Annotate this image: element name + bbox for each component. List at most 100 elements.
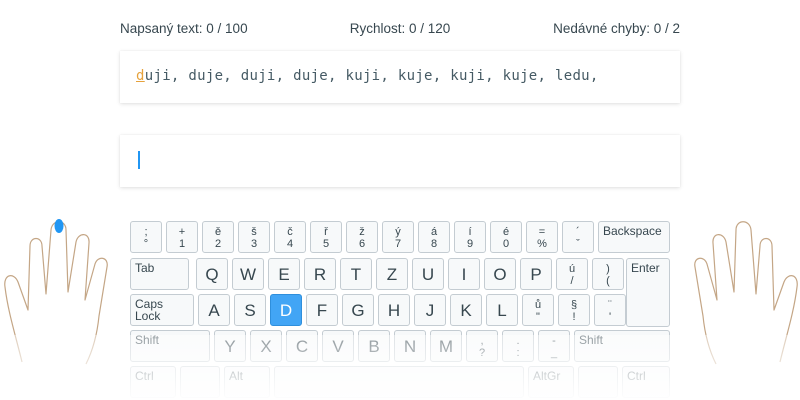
win-key[interactable] (180, 366, 220, 398)
key-i[interactable]: I (448, 258, 480, 290)
key-j[interactable]: J (414, 294, 446, 326)
key-9[interactable]: í9 (454, 221, 486, 253)
key-e[interactable]: E (268, 258, 300, 290)
key-m[interactable]: M (430, 330, 462, 362)
key-bottom-label: 4 (286, 238, 294, 250)
alt-left-key[interactable]: Alt (224, 366, 270, 398)
enter-label: Enter (631, 261, 660, 275)
key-°[interactable]: ; ° (130, 221, 162, 253)
key-top-label: é (502, 226, 510, 238)
key-label: H (387, 301, 401, 320)
key-top-label: ¨ (608, 299, 612, 311)
key-z[interactable]: Z (376, 258, 408, 290)
key-a[interactable]: A (198, 294, 230, 326)
enter-key[interactable]: Enter (626, 258, 670, 327)
key-w[interactable]: W (232, 258, 264, 290)
backspace-key[interactable]: Backspace (598, 221, 670, 253)
key-1[interactable]: +1 (166, 221, 198, 253)
menu-key[interactable] (578, 366, 618, 398)
key-2[interactable]: ě2 (202, 221, 234, 253)
key-label: P (530, 265, 542, 284)
key-v[interactable]: V (322, 330, 354, 362)
key-punct[interactable]: - _ (538, 330, 570, 362)
key-top-label: ý (395, 226, 401, 238)
key-7[interactable]: ý7 (382, 221, 414, 253)
key-label: J (425, 301, 435, 320)
key-label: R (313, 265, 327, 284)
key-bottom-label: 8 (430, 238, 438, 250)
key-r[interactable]: R (304, 258, 336, 290)
key-"[interactable]: ů " (522, 294, 554, 326)
key-d[interactable]: D (270, 294, 302, 326)
ctrl-right-key[interactable]: Ctrl (622, 366, 670, 398)
key-bottom-label: 9 (466, 238, 474, 250)
key-u[interactable]: U (412, 258, 444, 290)
key-4[interactable]: č4 (274, 221, 306, 253)
key-o[interactable]: O (484, 258, 516, 290)
key-l[interactable]: L (486, 294, 518, 326)
space-key[interactable] (274, 366, 524, 398)
key-top-label: ž (359, 226, 365, 238)
key-label: V (332, 337, 344, 356)
shift-right-key[interactable]: Shift (574, 330, 670, 362)
key-bottom-label: 3 (250, 238, 258, 250)
key-t[interactable]: T (340, 258, 372, 290)
caps-lock-key[interactable]: Caps Lock (130, 294, 194, 326)
key-bottom-label: ° (143, 238, 149, 250)
key-x[interactable]: X (250, 330, 282, 362)
key-top-label: ě (214, 226, 222, 238)
key-s[interactable]: S (234, 294, 266, 326)
key-label: N (403, 337, 417, 356)
key-k[interactable]: K (450, 294, 482, 326)
key-f[interactable]: F (306, 294, 338, 326)
key-label: F (316, 301, 328, 320)
key-q[interactable]: Q (196, 258, 228, 290)
key-bottom-label: 1 (178, 238, 186, 250)
key-top-label: - (552, 335, 556, 347)
key-)[interactable]: )( (592, 258, 624, 290)
key-p[interactable]: P (520, 258, 552, 290)
caps-lock-label: Caps Lock (135, 297, 164, 323)
ctrl-right-label: Ctrl (627, 369, 646, 383)
key-h[interactable]: H (378, 294, 410, 326)
key-ˇ[interactable]: ´ ˇ (562, 221, 594, 253)
shift-left-key[interactable]: Shift (130, 330, 210, 362)
key-8[interactable]: á8 (418, 221, 450, 253)
key-bottom-label: 5 (322, 238, 330, 250)
key-3[interactable]: š3 (238, 221, 270, 253)
key-n[interactable]: N (394, 330, 426, 362)
key-label: E (278, 265, 290, 284)
key-6[interactable]: ž6 (346, 221, 378, 253)
tab-key[interactable]: Tab (130, 258, 189, 290)
key-label: A (208, 301, 220, 320)
key-label: Z (386, 265, 398, 284)
key-label: C (295, 337, 309, 356)
key-top-label: ) (606, 263, 610, 275)
ctrl-left-key[interactable]: Ctrl (130, 366, 176, 398)
key-ú[interactable]: ú / (556, 258, 588, 290)
key-%[interactable]: =% (526, 221, 558, 253)
virtual-keyboard: ; ° +1 ě 2 š 3 č 4 ř 5 ž 6 ý 7 á 8 í 9 é 0 =% ´ ˇ Backspace Tab Q W… (0, 0, 800, 400)
key-punct[interactable]: ,? (466, 330, 498, 362)
key-top-label: + (178, 226, 186, 238)
key-'[interactable]: ¨ ' (594, 294, 626, 326)
key-bottom-label: ! (572, 311, 576, 323)
key-g[interactable]: G (342, 294, 374, 326)
key-5[interactable]: ř5 (310, 221, 342, 253)
key-c[interactable]: C (286, 330, 318, 362)
key-bottom-label: 2 (214, 238, 222, 250)
key-label: O (493, 265, 507, 284)
key-bottom-label: " (536, 311, 540, 323)
key-bottom-label: / (570, 275, 574, 287)
key-![interactable]: §! (558, 294, 590, 326)
altgr-key[interactable]: AltGr (528, 366, 574, 398)
key-label: G (351, 301, 365, 320)
key-punct[interactable]: .: (502, 330, 534, 362)
ctrl-left-label: Ctrl (135, 369, 154, 383)
key-label: Q (205, 265, 219, 284)
key-bottom-label: % (537, 238, 547, 250)
key-top-label: ; (144, 226, 148, 238)
key-y[interactable]: Y (214, 330, 246, 362)
key-b[interactable]: B (358, 330, 390, 362)
key-0[interactable]: é0 (490, 221, 522, 253)
